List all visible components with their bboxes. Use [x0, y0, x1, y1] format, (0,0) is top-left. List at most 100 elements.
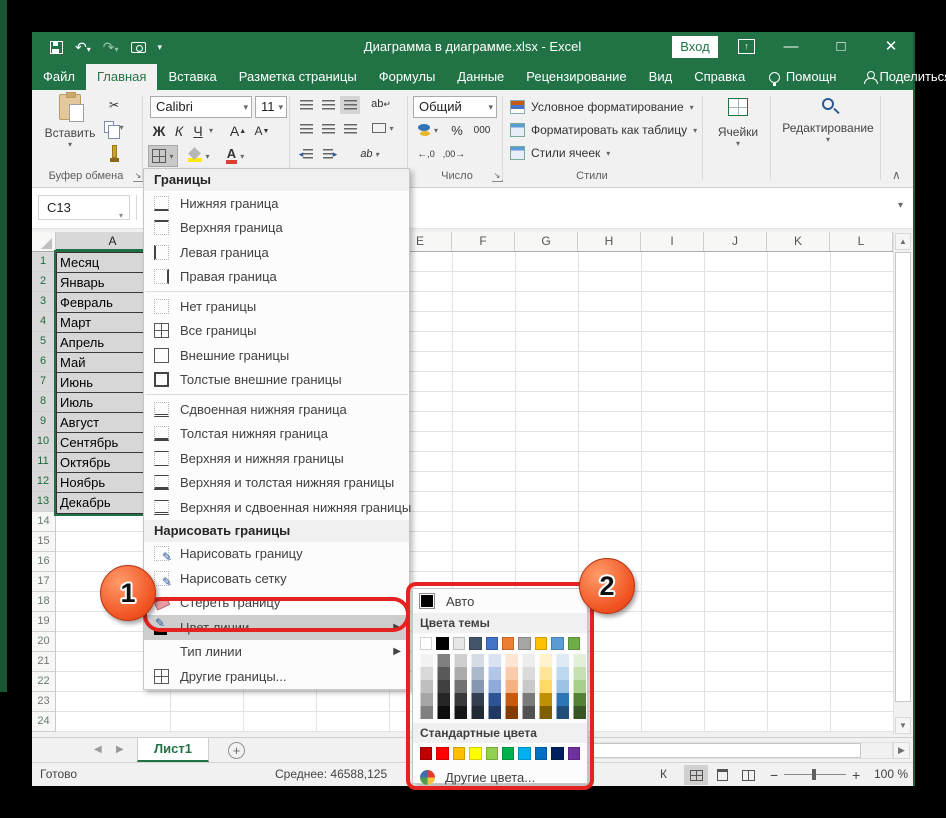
align-left-button[interactable] [296, 120, 316, 138]
theme-variant-swatch[interactable] [420, 667, 433, 680]
number-format-combo[interactable]: Общий▾ [413, 96, 497, 118]
menu-item-border[interactable]: Верхняя граница [144, 216, 409, 241]
standard-color-swatch[interactable] [551, 747, 563, 760]
sign-in-button[interactable]: Вход [672, 36, 718, 58]
menu-item-more-borders[interactable]: Другие границы... [144, 664, 409, 689]
row-header[interactable]: 22 [32, 672, 56, 692]
theme-variant-swatch[interactable] [522, 654, 535, 667]
editing-button[interactable]: Редактирование ▾ [778, 98, 878, 144]
column-header[interactable]: K [767, 232, 830, 251]
theme-color-swatch[interactable] [568, 637, 580, 650]
theme-variant-swatch[interactable] [437, 706, 450, 719]
theme-variant-swatch[interactable] [556, 654, 569, 667]
row-header-selected[interactable]: 10 [32, 432, 56, 452]
page-break-view-button[interactable] [736, 765, 760, 785]
accounting-format-button[interactable]: ▾ [414, 121, 442, 139]
format-painter-button[interactable] [102, 142, 126, 160]
theme-variant-swatch[interactable] [437, 693, 450, 706]
close-button[interactable]: ✕ [874, 32, 908, 62]
theme-variant-swatch[interactable] [505, 693, 518, 706]
theme-variant-swatch[interactable] [420, 680, 433, 693]
theme-variant-swatch[interactable] [437, 667, 450, 680]
theme-variant-swatch[interactable] [539, 654, 552, 667]
tab-file[interactable]: Файл [32, 64, 86, 90]
theme-variant-swatch[interactable] [437, 654, 450, 667]
sheet-tab-list1[interactable]: Лист1 [137, 738, 209, 762]
row-header-selected[interactable]: 7 [32, 372, 56, 392]
vertical-scrollbar[interactable]: ▲ ▼ [893, 232, 911, 735]
font-size-combo[interactable]: 11▾ [255, 96, 287, 118]
theme-variant-swatch[interactable] [420, 706, 433, 719]
tab-formulas[interactable]: Формулы [368, 64, 447, 90]
scroll-right-icon[interactable]: ▶ [893, 742, 910, 759]
menu-item-line-style[interactable]: Тип линии ▶ [144, 640, 409, 665]
percent-style-button[interactable]: % [447, 121, 467, 139]
theme-variant-swatch[interactable] [573, 667, 586, 680]
scroll-down-icon[interactable]: ▼ [895, 717, 911, 734]
align-bottom-button[interactable] [340, 96, 360, 114]
merge-center-button[interactable]: ▾ [368, 118, 398, 138]
theme-variant-swatch[interactable] [420, 654, 433, 667]
column-header[interactable]: F [452, 232, 515, 251]
theme-variant-swatch[interactable] [573, 654, 586, 667]
menu-item-line-color[interactable]: Цвет линии ▶ [144, 615, 409, 640]
menu-item-border[interactable]: Нет границы [144, 294, 409, 319]
menu-item-draw[interactable]: Нарисовать границу [144, 542, 409, 567]
theme-variant-swatch[interactable] [454, 654, 467, 667]
orientation-button[interactable]: ab▾ [353, 145, 388, 163]
align-top-button[interactable] [296, 96, 316, 114]
theme-variant-swatch[interactable] [454, 680, 467, 693]
theme-variant-swatch[interactable] [573, 680, 586, 693]
row-header-selected[interactable]: 11 [32, 452, 56, 472]
tab-home[interactable]: Главная [86, 64, 157, 90]
theme-variant-swatch[interactable] [573, 693, 586, 706]
menu-item-border[interactable]: Внешние границы [144, 343, 409, 368]
theme-variant-swatch[interactable] [505, 654, 518, 667]
scroll-up-icon[interactable]: ▲ [895, 233, 911, 250]
italic-button[interactable]: К [170, 122, 188, 140]
row-header-selected[interactable]: 9 [32, 412, 56, 432]
new-sheet-icon[interactable]: + [228, 742, 245, 759]
row-header-selected[interactable]: 6 [32, 352, 56, 372]
theme-variant-swatch[interactable] [471, 667, 484, 680]
bold-button[interactable]: Ж [150, 122, 168, 140]
theme-variant-swatch[interactable] [522, 693, 535, 706]
theme-variant-swatch[interactable] [488, 706, 501, 719]
vertical-scrollbar-thumb[interactable] [895, 252, 911, 702]
theme-variant-swatch[interactable] [488, 654, 501, 667]
theme-variant-swatch[interactable] [471, 654, 484, 667]
wrap-text-button[interactable]: ab↵ [368, 94, 394, 114]
menu-item-border[interactable]: Верхняя и нижняя границы [144, 446, 409, 471]
theme-variant-swatch[interactable] [556, 680, 569, 693]
theme-variant-swatch[interactable] [488, 693, 501, 706]
underline-button[interactable]: Ч [189, 122, 207, 140]
align-center-button[interactable] [318, 120, 338, 138]
standard-color-swatch[interactable] [453, 747, 465, 760]
cell-styles-button[interactable]: Стили ячеек▾ [510, 144, 720, 162]
theme-color-swatch[interactable] [453, 637, 465, 650]
theme-variant-swatch[interactable] [556, 667, 569, 680]
paste-button[interactable]: Вставить ▾ [42, 94, 98, 149]
increase-decimal-button[interactable]: ←,0 [414, 145, 438, 163]
column-header[interactable]: I [641, 232, 704, 251]
theme-variant-swatch[interactable] [573, 706, 586, 719]
theme-variant-swatch[interactable] [437, 680, 450, 693]
theme-variant-swatch[interactable] [556, 706, 569, 719]
theme-variant-swatch[interactable] [539, 693, 552, 706]
standard-color-swatch[interactable] [568, 747, 580, 760]
comma-style-button[interactable]: 000 [470, 121, 494, 139]
row-header-selected[interactable]: 4 [32, 312, 56, 332]
theme-variant-swatch[interactable] [539, 706, 552, 719]
tab-assistant[interactable]: Помощн [756, 64, 847, 90]
row-header-selected[interactable]: 1 [32, 252, 56, 272]
menu-item-border[interactable]: Сдвоенная нижняя граница [144, 397, 409, 422]
row-header[interactable]: 15 [32, 532, 56, 552]
theme-color-swatch[interactable] [486, 637, 498, 650]
column-header[interactable]: H [578, 232, 641, 251]
menu-item-border[interactable]: Толстая нижняя граница [144, 422, 409, 447]
grow-font-button[interactable]: A▲ [228, 122, 248, 140]
sheet-nav-right-icon[interactable]: ▶ [116, 744, 124, 755]
cut-button[interactable]: ✂ [102, 96, 126, 114]
row-header[interactable]: 20 [32, 632, 56, 652]
standard-color-swatch[interactable] [420, 747, 432, 760]
